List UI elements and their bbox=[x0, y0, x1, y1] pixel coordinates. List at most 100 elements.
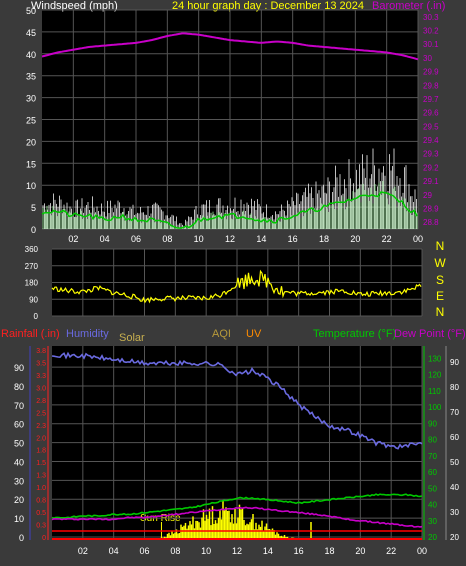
rain-y-tick: 1.3 bbox=[36, 473, 46, 480]
wind-y-tick: 25 bbox=[26, 116, 36, 126]
wind-x-tick: 12 bbox=[225, 234, 235, 244]
wind-y-tick: 45 bbox=[26, 28, 36, 38]
barometer-y-tick: 29.4 bbox=[423, 136, 439, 145]
temperature-y-tick: 20 bbox=[428, 533, 437, 542]
humidity-y-tick: 80 bbox=[14, 382, 24, 392]
humidity-y-tick: 0 bbox=[19, 533, 24, 543]
humidity-y-tick: 60 bbox=[14, 420, 24, 430]
barometer-y-tick: 29.3 bbox=[423, 150, 439, 159]
dewpoint-y-tick: 70 bbox=[450, 408, 459, 417]
rain-y-tick: 1.8 bbox=[36, 448, 46, 455]
dewpoint-y-tick: 30 bbox=[450, 508, 459, 517]
wind-x-tick: 18 bbox=[319, 234, 329, 244]
barometer-y-tick: 29.1 bbox=[423, 177, 439, 186]
temperature-y-tick: 80 bbox=[428, 436, 437, 445]
wind-y-tick: 15 bbox=[26, 159, 36, 169]
barometer-y-tick: 30 bbox=[423, 54, 432, 63]
climate-x-tick: 18 bbox=[324, 546, 334, 556]
wind-x-tick: 06 bbox=[131, 234, 141, 244]
climate-x-tick: 22 bbox=[386, 546, 396, 556]
temperature-y-tick: 130 bbox=[428, 354, 442, 363]
wind-x-tick: 10 bbox=[194, 234, 204, 244]
wind-x-tick: 20 bbox=[350, 234, 360, 244]
barometer-y-tick: 29.8 bbox=[423, 81, 439, 90]
wind-y-tick: 35 bbox=[26, 72, 36, 82]
humidity-y-tick: 40 bbox=[14, 457, 24, 467]
rain-y-tick: 0.3 bbox=[36, 523, 46, 530]
rain-y-tick: 3.5 bbox=[36, 360, 46, 367]
weather-graph: Windspeed (mph) 24 hour graph day : Dece… bbox=[1, 0, 466, 556]
barometer-y-tick: 29.6 bbox=[423, 109, 439, 118]
wind-x-tick: 00 bbox=[413, 234, 423, 244]
temperature-y-tick: 40 bbox=[428, 501, 437, 510]
rain-y-tick: 3.0 bbox=[36, 385, 46, 392]
temperature-y-tick: 100 bbox=[428, 403, 442, 412]
temperature-y-tick: 50 bbox=[428, 484, 437, 493]
temperature-y-tick: 30 bbox=[428, 517, 437, 526]
compass-label: S bbox=[436, 273, 444, 287]
humidity-label: Humidity bbox=[66, 328, 109, 340]
climate-x-tick: 08 bbox=[170, 546, 180, 556]
wind-y-tick: 40 bbox=[26, 50, 36, 60]
rain-y-tick: 3.3 bbox=[36, 373, 46, 380]
direction-y-tick: 0 bbox=[34, 312, 39, 321]
temperature-y-tick: 110 bbox=[428, 387, 441, 396]
direction-y-tick: 90 bbox=[29, 295, 38, 304]
barometer-y-tick: 30.2 bbox=[423, 27, 439, 36]
rain-y-tick: 2.0 bbox=[36, 435, 46, 442]
temperature-y-tick: 120 bbox=[428, 371, 442, 380]
barometer-y-tick: 29.9 bbox=[423, 68, 439, 77]
barometer-y-tick: 30.1 bbox=[423, 40, 439, 49]
humidity-y-tick: 30 bbox=[14, 476, 24, 486]
climate-x-tick: 20 bbox=[355, 546, 365, 556]
direction-y-tick: 270 bbox=[25, 262, 39, 271]
solar-label: Solar bbox=[119, 332, 145, 344]
temperature-y-tick: 60 bbox=[428, 468, 437, 477]
climate-x-tick: 14 bbox=[263, 546, 273, 556]
barometer-y-tick: 30.3 bbox=[423, 13, 439, 22]
direction-y-tick: 180 bbox=[25, 279, 39, 288]
climate-x-tick: 04 bbox=[109, 546, 119, 556]
rain-y-tick: 1.0 bbox=[36, 485, 46, 492]
rain-y-tick: 0.8 bbox=[36, 498, 46, 505]
rain-y-tick: 2.3 bbox=[36, 423, 46, 430]
wind-y-tick: 5 bbox=[31, 203, 36, 213]
compass-label: E bbox=[436, 289, 444, 303]
climate-x-tick: 00 bbox=[417, 546, 427, 556]
temperature-y-tick: 90 bbox=[428, 419, 437, 428]
humidity-y-tick: 90 bbox=[14, 363, 24, 373]
climate-x-tick: 16 bbox=[294, 546, 304, 556]
rain-y-tick: 2.8 bbox=[36, 398, 46, 405]
wind-x-tick: 08 bbox=[162, 234, 172, 244]
climate-x-tick: 06 bbox=[139, 546, 149, 556]
humidity-y-tick: 50 bbox=[14, 439, 24, 449]
uv-label: UV bbox=[246, 328, 262, 340]
wind-x-tick: 02 bbox=[68, 234, 78, 244]
rain-y-tick: 2.5 bbox=[36, 410, 46, 417]
wind-x-tick: 14 bbox=[256, 234, 266, 244]
barometer-y-tick: 28.9 bbox=[423, 204, 439, 213]
compass-label: W bbox=[434, 256, 446, 270]
barometer-y-tick: 29.7 bbox=[423, 95, 439, 104]
humidity-y-tick: 10 bbox=[14, 514, 24, 524]
barometer-y-tick: 28.8 bbox=[423, 218, 439, 227]
climate-x-tick: 12 bbox=[232, 546, 242, 556]
rain-y-tick: 3.8 bbox=[36, 348, 46, 355]
dewpoint-y-tick: 90 bbox=[450, 358, 459, 367]
rain-y-tick: 0.5 bbox=[36, 510, 46, 517]
dewpoint-label: Dew Point (°F) bbox=[394, 328, 466, 340]
dewpoint-y-tick: 60 bbox=[450, 433, 459, 442]
wind-y-tick: 0 bbox=[31, 225, 36, 235]
compass-label: N bbox=[436, 305, 445, 319]
temperature-y-tick: 70 bbox=[428, 452, 437, 461]
dewpoint-y-tick: 20 bbox=[450, 533, 459, 542]
compass-label: N bbox=[436, 239, 445, 253]
rain-y-tick: 1.5 bbox=[36, 460, 46, 467]
barometer-y-tick: 29.2 bbox=[423, 163, 439, 172]
aqi-label: AQI bbox=[212, 328, 231, 340]
dewpoint-y-tick: 50 bbox=[450, 458, 459, 467]
rainfall-label: Rainfall (.in) bbox=[1, 328, 60, 340]
direction-y-tick: 360 bbox=[25, 245, 39, 254]
dewpoint-y-tick: 80 bbox=[450, 383, 459, 392]
barometer-y-tick: 29 bbox=[423, 191, 432, 200]
